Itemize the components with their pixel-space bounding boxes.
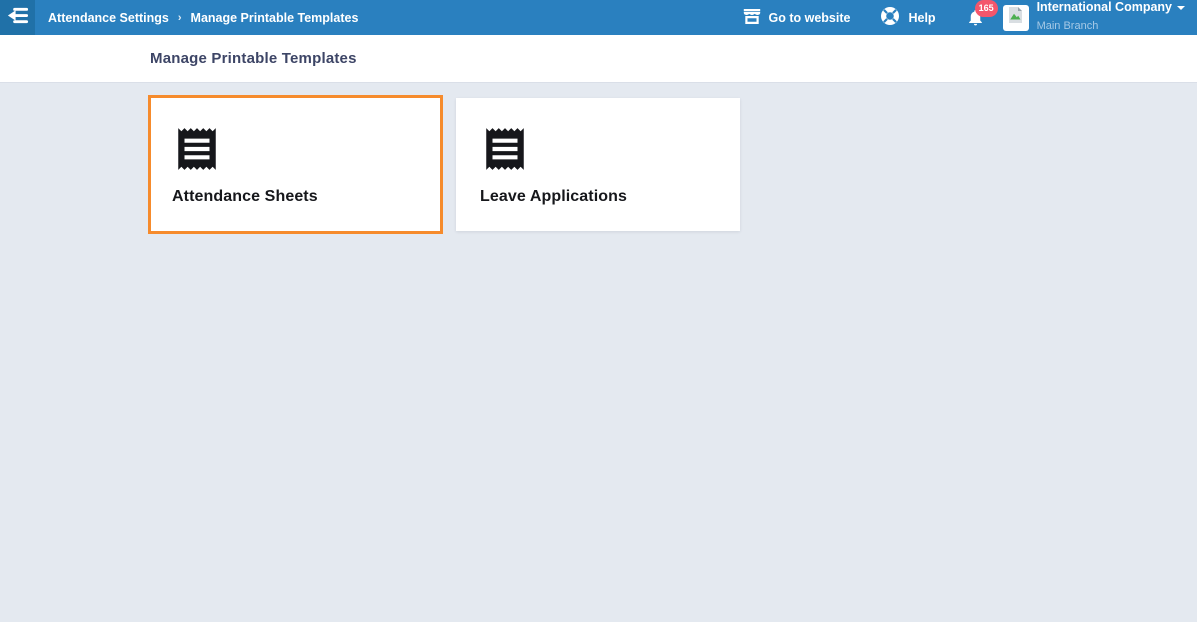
help-label: Help <box>908 11 935 25</box>
storefront-icon <box>743 9 761 27</box>
receipt-icon <box>480 123 740 175</box>
branch-name-label: Main Branch <box>1037 20 1099 32</box>
template-cards-row: Attendance Sheets Leave Applications <box>0 83 1197 234</box>
account-text: International Company Main Branch <box>1037 0 1185 34</box>
card-attendance-sheets-label: Attendance Sheets <box>172 188 440 206</box>
account-menu-button[interactable]: International Company Main Branch <box>1003 0 1185 34</box>
topbar-actions: Go to website Help 165 <box>743 0 1197 34</box>
chevron-down-icon <box>1177 6 1185 10</box>
collapse-sidebar-arrow-icon <box>6 7 29 29</box>
notifications-button[interactable]: 165 <box>966 7 985 28</box>
go-to-website-button[interactable]: Go to website <box>743 9 851 27</box>
page-title: Manage Printable Templates <box>150 50 357 67</box>
go-to-website-label: Go to website <box>769 11 851 25</box>
help-button[interactable]: Help <box>880 6 935 29</box>
lifebuoy-icon <box>880 6 900 29</box>
breadcrumb-current-page: Manage Printable Templates <box>191 11 359 25</box>
card-leave-applications[interactable]: Leave Applications <box>456 98 740 231</box>
sidebar-toggle-button[interactable] <box>0 0 35 35</box>
breadcrumb-attendance-settings[interactable]: Attendance Settings <box>48 11 169 25</box>
topbar: Attendance Settings › Manage Printable T… <box>0 0 1197 35</box>
breadcrumb-separator: › <box>178 12 182 24</box>
page-header: Manage Printable Templates <box>0 35 1197 83</box>
company-avatar <box>1003 5 1029 31</box>
notifications-count-badge: 165 <box>975 0 998 17</box>
breadcrumb: Attendance Settings › Manage Printable T… <box>48 11 358 25</box>
card-attendance-sheets[interactable]: Attendance Sheets <box>148 95 443 234</box>
company-name-label: International Company <box>1037 0 1172 15</box>
image-placeholder-icon <box>1008 7 1023 28</box>
receipt-icon <box>172 123 440 175</box>
card-leave-applications-label: Leave Applications <box>480 188 740 206</box>
main-content: Attendance Sheets Leave Applications <box>0 83 1197 622</box>
